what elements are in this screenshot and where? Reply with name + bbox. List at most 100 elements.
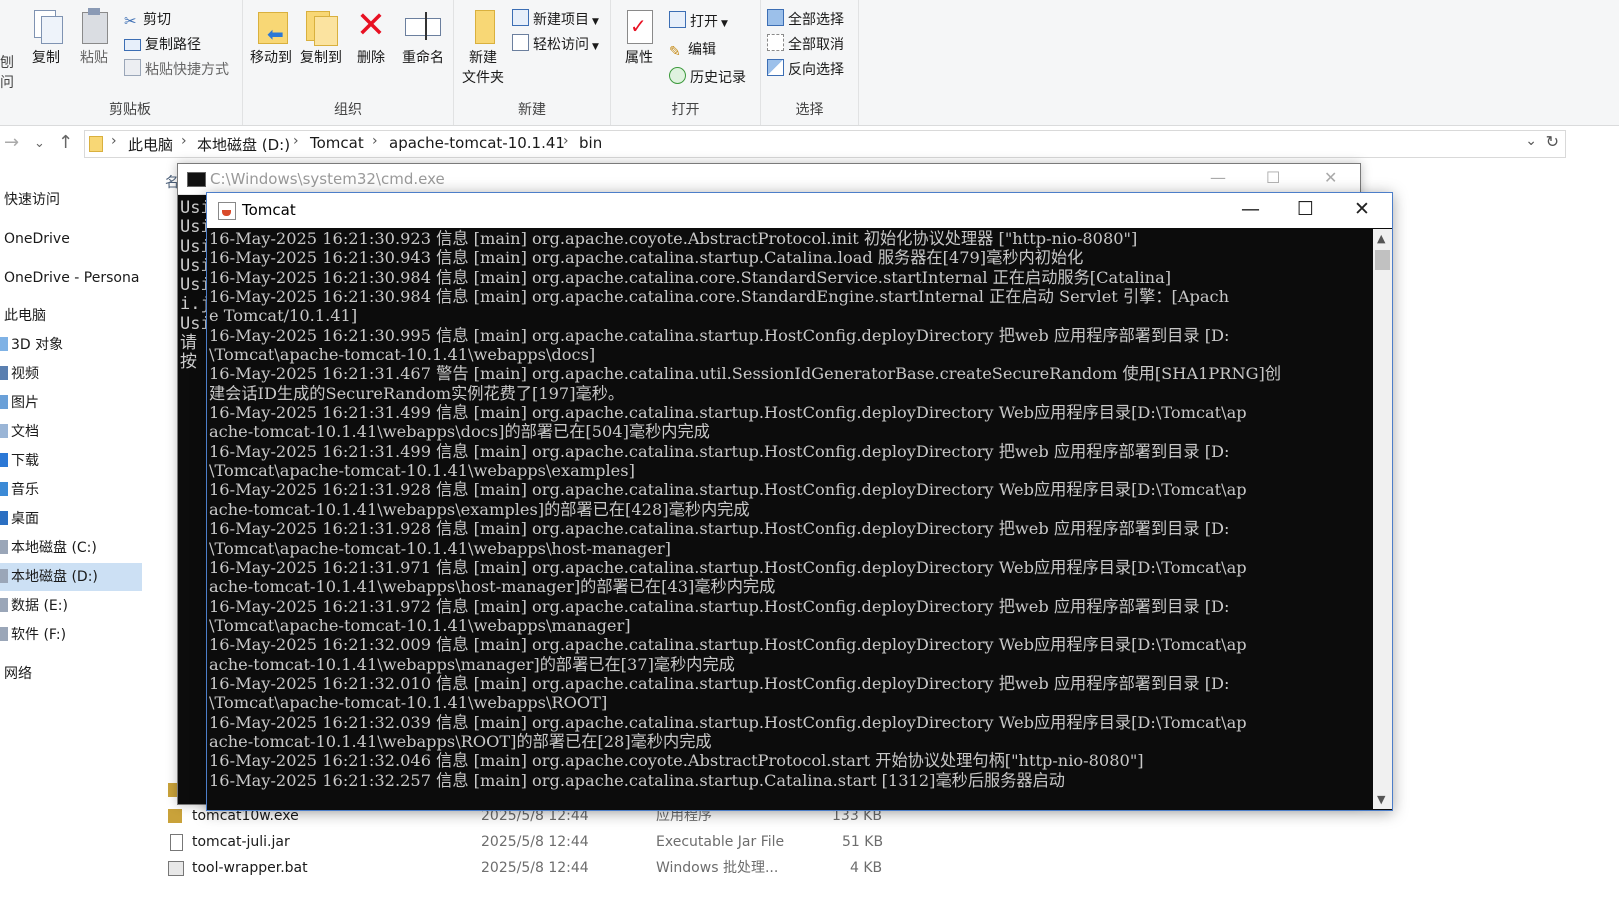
address-dropdown-chevron-icon[interactable]: ⌄ [1525,133,1537,149]
easy-access-button[interactable]: 轻松访问 ▼ [512,34,599,56]
address-bar[interactable]: › 此电脑 › 本地磁盘 (D:) › Tomcat › apache-tomc… [84,130,1566,158]
recent-locations-chevron-icon[interactable]: ⌄ [34,136,45,151]
log-line: 16-May-2025 16:21:31.928 信息 [main] org.a… [209,480,1247,500]
move-to-button[interactable]: ⬅ 移动到 [247,8,295,68]
log-line: 16-May-2025 16:21:32.257 信息 [main] org.a… [209,770,1065,790]
tomcat-console-window[interactable]: Tomcat — ☐ ✕ 16-May-2025 16:21:30.923 信息… [206,192,1393,811]
file-row[interactable]: tool-wrapper.bat 2025/5/8 12:44 Windows … [160,855,920,881]
maximize-icon[interactable]: ☐ [1266,168,1280,187]
sidebar-item-drive-f[interactable]: 软件 (F:) [0,621,142,649]
sidebar-item-documents[interactable]: 文档 [0,418,142,446]
scroll-up-arrow-icon[interactable]: ▲ [1377,232,1385,245]
breadcrumb-chevron-icon: › [372,133,378,149]
sidebar-item-pictures[interactable]: 图片 [0,389,142,417]
breadcrumb-chevron-icon: › [563,133,569,149]
breadcrumb-tomcat[interactable]: Tomcat [310,134,364,152]
log-line: 16-May-2025 16:21:32.039 信息 [main] org.a… [209,712,1247,732]
log-line: 16-May-2025 16:21:31.499 信息 [main] org.a… [209,441,1230,461]
properties-icon: ✓ [621,8,657,44]
paste-icon [76,8,112,44]
sidebar-item-label: 本地磁盘 (D:) [11,569,98,585]
scroll-down-arrow-icon[interactable]: ▼ [1377,793,1385,806]
log-line: \Tomcat\apache-tomcat-10.1.41\webapps\ma… [209,615,631,635]
copy-path-button[interactable]: 复制路径 [124,34,201,56]
sidebar-item-drive-c[interactable]: 本地磁盘 (C:) [0,534,142,562]
select-all-icon [767,9,784,26]
vertical-scrollbar[interactable]: ▲ ▼ [1373,229,1392,809]
log-line: ache-tomcat-10.1.41\webapps\manager]的部署已… [209,654,735,674]
new-group-label: 新建 [518,102,546,118]
select-group: 全部选择 全部取消 反向选择 选择 [761,0,859,125]
sidebar-item-onedrive-personal[interactable]: OneDrive - Persona [4,264,142,292]
new-folder-button[interactable]: 新建 文件夹 [458,8,508,88]
select-none-icon [767,34,784,51]
new-item-label: 新建项目 [533,12,589,28]
sidebar-item-this-pc[interactable]: 此电脑 [4,302,146,330]
maximize-icon[interactable]: ☐ [1297,198,1314,220]
sidebar-item-label: 网络 [4,666,32,682]
log-line: 16-May-2025 16:21:30.943 信息 [main] org.a… [209,248,1084,268]
close-icon[interactable]: ✕ [1324,168,1337,187]
log-line: 16-May-2025 16:21:30.995 信息 [main] org.a… [209,325,1230,345]
cmd-title-bar[interactable]: C:\Windows\system32\cmd.exe — ☐ ✕ [178,164,1360,195]
select-all-button[interactable]: 全部选择 [767,9,844,31]
sidebar-item-downloads[interactable]: 下载 [0,447,142,475]
breadcrumb-apache-tomcat[interactable]: apache-tomcat-10.1.41 [389,134,565,152]
history-button[interactable]: 历史记录 [669,67,746,89]
sidebar-item-drive-e[interactable]: 数据 (E:) [0,592,142,620]
copy-to-button[interactable]: 复制到 [297,8,345,68]
file-name: tool-wrapper.bat [192,860,308,876]
history-label: 历史记录 [690,70,746,86]
sidebar-item-drive-d[interactable]: 本地磁盘 (D:) [0,563,142,591]
sidebar-item-network[interactable]: 网络 [4,660,146,688]
sidebar-item-label: 图片 [11,395,39,411]
paste-shortcut-button[interactable]: 粘贴快捷方式 [124,59,229,81]
folder-icon [89,136,103,152]
log-line: 16-May-2025 16:21:30.923 信息 [main] org.a… [209,229,1138,248]
file-row[interactable]: tomcat-juli.jar 2025/5/8 12:44 Executabl… [160,829,920,855]
log-line: 建会话ID生成的SecureRandom实例花费了[197]毫秒。 [209,383,625,403]
select-none-button[interactable]: 全部取消 [767,34,844,56]
cut-button[interactable]: ✂ 剪切 [124,9,171,31]
forward-arrow-icon[interactable]: → [4,132,19,153]
open-dropdown-icon: ▼ [721,19,728,29]
rename-button[interactable]: 重命名 [397,8,449,68]
scrollbar-thumb[interactable] [1375,250,1390,270]
sidebar-item-desktop[interactable]: 桌面 [0,505,142,533]
log-line: 16-May-2025 16:21:31.971 信息 [main] org.a… [209,557,1247,577]
invert-selection-button[interactable]: 反向选择 [767,59,844,81]
log-line: 16-May-2025 16:21:31.499 信息 [main] org.a… [209,403,1247,423]
open-button[interactable]: 打开 ▼ [669,11,728,33]
close-icon[interactable]: ✕ [1354,198,1370,220]
properties-button[interactable]: ✓ 属性 [617,8,661,68]
log-line: 16-May-2025 16:21:30.984 信息 [main] org.a… [209,287,1230,307]
copy-to-label: 复制到 [300,50,342,66]
clipboard-group: 复制 粘贴 ✂ 剪切 复制路径 粘贴快捷方式 剪贴板 [18,0,243,125]
sidebar-item-music[interactable]: 音乐 [0,476,142,504]
sidebar-item-videos[interactable]: 视频 [0,360,142,388]
breadcrumb-drive-d[interactable]: 本地磁盘 (D:) [197,134,290,155]
sidebar-item-3d-objects[interactable]: 3D 对象 [0,331,142,359]
properties-label: 属性 [625,50,653,66]
breadcrumb-this-pc[interactable]: 此电脑 [128,134,173,155]
copy-label: 复制 [32,50,60,66]
up-arrow-icon[interactable]: ↑ [58,132,73,153]
refresh-icon[interactable]: ↻ [1546,132,1559,151]
breadcrumb-bin[interactable]: bin [579,134,602,152]
sidebar-item-label: 文档 [11,424,39,440]
ribbon-partial-label-1: 刨 [0,55,14,71]
delete-button[interactable]: ✕ 删除 [351,8,391,68]
log-line: 16-May-2025 16:21:31.467 警告 [main] org.a… [209,364,1282,384]
new-item-button[interactable]: 新建项目 ▼ [512,9,599,31]
cmd-window-title: C:\Windows\system32\cmd.exe [210,170,445,188]
sidebar-item-onedrive[interactable]: OneDrive [4,225,146,253]
paste-button[interactable]: 粘贴 [72,8,116,68]
edit-icon: ✎ [669,44,681,60]
edit-button[interactable]: ✎ 编辑 [669,39,716,61]
tomcat-title-bar[interactable]: Tomcat — ☐ ✕ [207,193,1392,228]
minimize-icon[interactable]: — [1241,198,1260,220]
copy-button[interactable]: 复制 [24,8,68,68]
sidebar-item-quick-access[interactable]: 快速访问 [4,186,146,214]
minimize-icon[interactable]: — [1210,168,1226,187]
copy-icon [28,8,64,44]
